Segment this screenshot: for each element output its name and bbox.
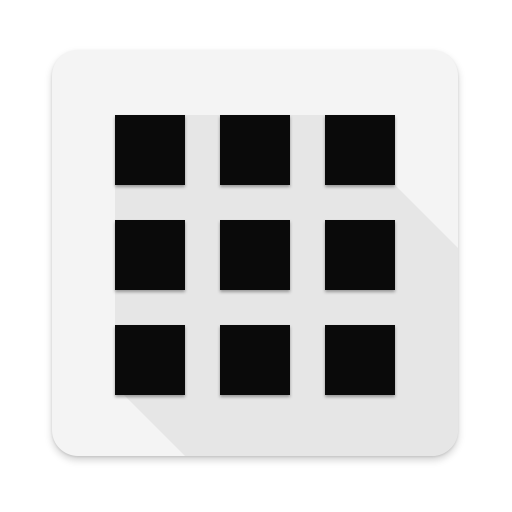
grid-tile-2	[220, 115, 290, 185]
app-grid-icon	[52, 50, 458, 456]
grid-tile-3	[325, 115, 395, 185]
grid-tile-8	[220, 325, 290, 395]
grid-tile-9	[325, 325, 395, 395]
grid-tile-6	[325, 220, 395, 290]
canvas	[0, 0, 512, 512]
grid-tile-7	[115, 325, 185, 395]
tile-grid	[52, 50, 458, 456]
grid-tile-5	[220, 220, 290, 290]
grid-tile-4	[115, 220, 185, 290]
grid-tile-1	[115, 115, 185, 185]
